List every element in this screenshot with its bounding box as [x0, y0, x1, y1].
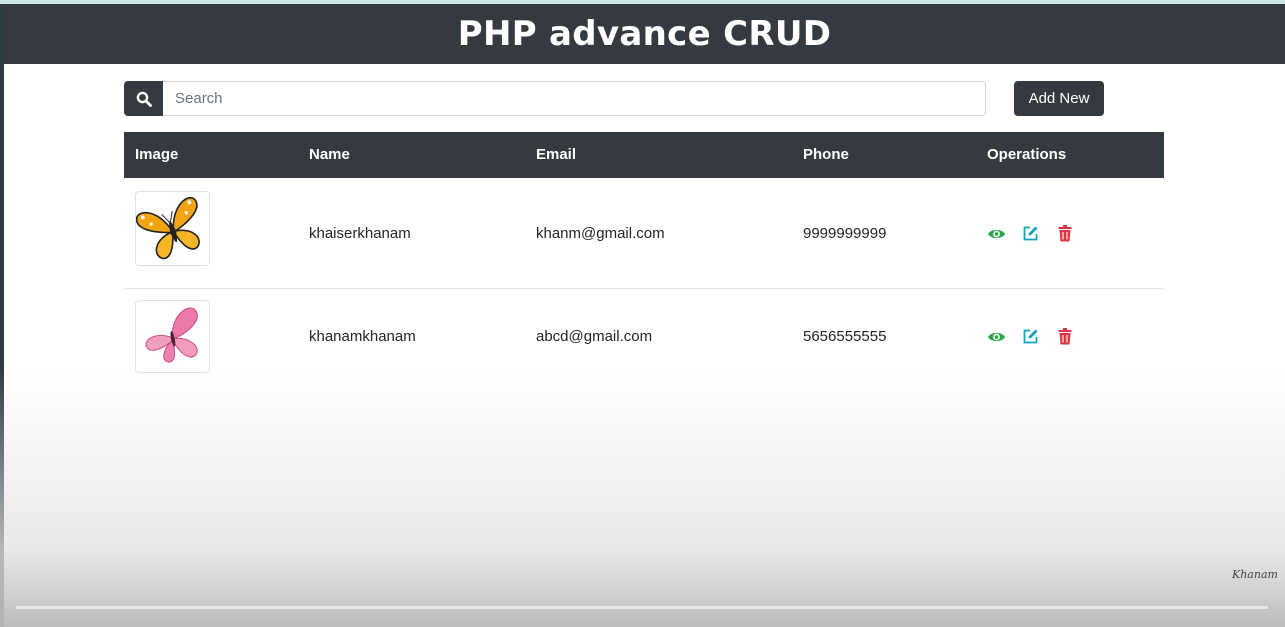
- view-button[interactable]: [987, 327, 1006, 346]
- app-page: PHP advance CRUD Add New Image Name Emai…: [0, 0, 1285, 627]
- column-header-name: Name: [309, 146, 350, 163]
- column-header-operations: Operations: [987, 146, 1067, 163]
- search-button[interactable]: [124, 81, 163, 116]
- search-group: [124, 81, 986, 116]
- table-row: khaiserkhanam khanm@gmail.com 9999999999: [124, 178, 1164, 289]
- search-input[interactable]: [163, 81, 986, 116]
- edit-button[interactable]: [1021, 327, 1040, 346]
- trash-icon: [1058, 328, 1071, 345]
- delete-button[interactable]: [1055, 224, 1074, 243]
- column-header-image: Image: [135, 146, 179, 163]
- table-row: khanamkhanam abcd@gmail.com 5656555555: [124, 289, 1164, 385]
- delete-button[interactable]: [1055, 327, 1074, 346]
- search-icon: [136, 91, 152, 107]
- edit-icon: [1023, 226, 1038, 241]
- trash-icon: [1058, 225, 1071, 242]
- user-image-pink-butterfly: [135, 300, 210, 373]
- view-button[interactable]: [987, 224, 1006, 243]
- user-email: abcd@gmail.com: [536, 328, 653, 345]
- user-phone: 5656555555: [803, 328, 887, 345]
- eye-icon: [988, 332, 1005, 341]
- left-edge: [0, 4, 4, 627]
- row-operations: [987, 327, 1074, 346]
- table-header: Image Name Email Phone Operations: [124, 132, 1164, 178]
- column-header-phone: Phone: [803, 146, 849, 163]
- pink-butterfly-icon: [145, 307, 198, 363]
- column-header-email: Email: [536, 146, 577, 163]
- video-overlay-gradient: [0, 368, 1285, 627]
- user-email: khanm@gmail.com: [536, 225, 665, 242]
- orange-butterfly-icon: [136, 197, 200, 260]
- add-new-button[interactable]: Add New: [1014, 81, 1104, 116]
- user-phone: 9999999999: [803, 225, 887, 242]
- edit-button[interactable]: [1021, 224, 1040, 243]
- eye-icon: [988, 229, 1005, 238]
- watermark: Khanam: [1232, 568, 1278, 581]
- users-table: Image Name Email Phone Operations khaise…: [124, 132, 1164, 385]
- video-progress-bar[interactable]: [16, 606, 1268, 609]
- row-operations: [987, 224, 1074, 243]
- user-name: khaiserkhanam: [309, 225, 411, 242]
- edit-icon: [1023, 329, 1038, 344]
- user-image-orange-butterfly: [135, 191, 210, 266]
- page-header: PHP advance CRUD: [4, 4, 1285, 64]
- page-title: PHP advance CRUD: [457, 14, 832, 54]
- user-name: khanamkhanam: [309, 328, 416, 345]
